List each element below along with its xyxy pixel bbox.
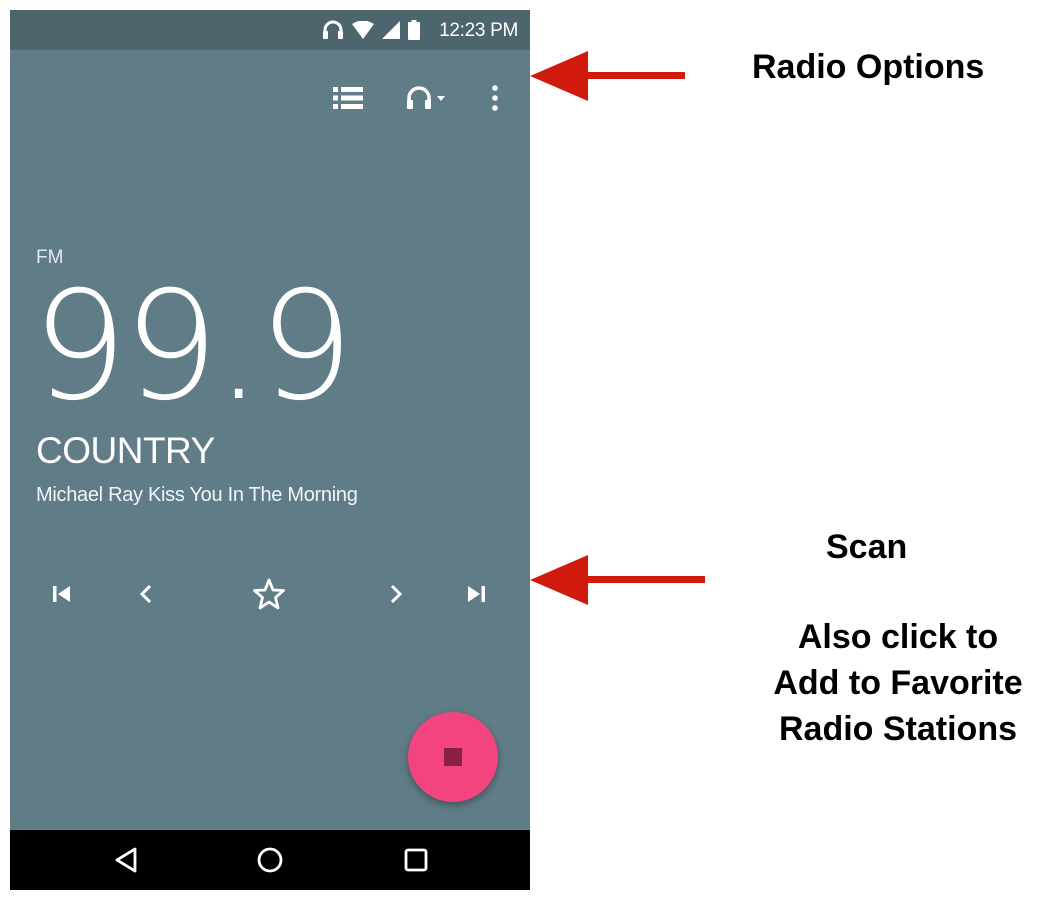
station-list-button[interactable] xyxy=(328,78,368,118)
stop-button[interactable] xyxy=(408,712,498,802)
battery-icon xyxy=(408,20,420,40)
more-options-icon xyxy=(492,85,498,111)
scan-label: Scan xyxy=(826,528,908,566)
home-button[interactable] xyxy=(250,840,290,880)
home-icon xyxy=(257,847,283,873)
favorite-hint-line: Radio Stations xyxy=(778,710,1018,748)
now-playing-text: Michael Ray Kiss You In The Morning xyxy=(36,484,358,506)
favorite-button[interactable] xyxy=(247,572,291,616)
radio-options-label: Radio Options xyxy=(752,48,985,86)
seek-forward-icon xyxy=(390,584,403,604)
recents-icon xyxy=(404,848,428,872)
seek-forward-button[interactable] xyxy=(374,572,418,616)
station-genre: COUNTRY xyxy=(36,430,215,471)
station-list-icon xyxy=(333,87,363,109)
skip-next-button[interactable] xyxy=(454,572,498,616)
recents-button[interactable] xyxy=(396,840,436,880)
headphones-output-icon xyxy=(407,86,445,109)
seek-back-icon xyxy=(139,584,152,604)
back-icon xyxy=(115,847,137,873)
phone-screen: 12:23 PM FM 99.9 COUNTRY Michael Ray Kis… xyxy=(10,10,530,890)
navigation-bar xyxy=(10,830,530,890)
favorite-hint: Also click to Add to Favorite Radio Stat… xyxy=(740,614,1052,752)
stop-icon xyxy=(444,748,462,766)
signal-icon xyxy=(382,21,400,39)
favorite-hint-line: Also click to xyxy=(797,618,999,656)
status-bar: 12:23 PM xyxy=(10,10,530,50)
skip-next-icon xyxy=(468,586,485,602)
seek-back-button[interactable] xyxy=(124,572,168,616)
back-button[interactable] xyxy=(106,840,146,880)
favorite-star-icon xyxy=(253,578,285,610)
wifi-icon xyxy=(352,21,374,39)
radio-options-arrow xyxy=(530,51,685,101)
status-icons xyxy=(322,20,420,40)
scan-arrow xyxy=(530,555,705,605)
radio-toolbar xyxy=(10,50,530,150)
favorite-hint-line: Add to Favorite xyxy=(773,664,1023,702)
frequency-display: 99.9 xyxy=(32,260,354,434)
skip-previous-button[interactable] xyxy=(40,572,84,616)
skip-previous-icon xyxy=(53,586,70,602)
more-options-button[interactable] xyxy=(480,78,510,118)
status-time: 12:23 PM xyxy=(439,20,518,41)
headphones-icon xyxy=(323,20,343,39)
audio-output-button[interactable] xyxy=(402,78,452,118)
